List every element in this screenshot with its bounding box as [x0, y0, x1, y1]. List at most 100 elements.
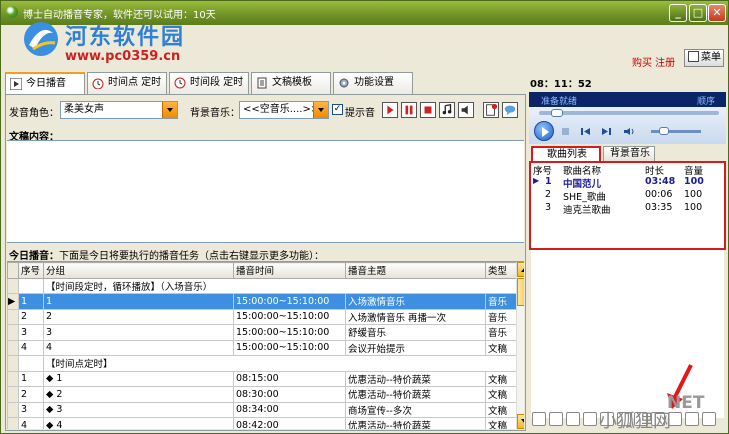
seek-knob[interactable] — [551, 109, 563, 117]
stop-icon[interactable] — [561, 127, 571, 136]
song-volume: 100 — [684, 176, 704, 187]
table-row[interactable]: 4 4 15:00:00~15:10:00 会议开始提示 文稿 — [7, 339, 517, 356]
cell-group-title: 【时间点定时】 — [43, 355, 517, 372]
save-icon[interactable] — [685, 412, 699, 426]
cell-topic: 优惠活动--特价蔬菜 — [345, 417, 486, 429]
bgm-label: 背景音乐： — [190, 108, 240, 119]
table-group-row[interactable]: 【时间点定时】 — [7, 355, 517, 372]
header-marker — [7, 262, 19, 279]
cell-topic: 舒缓音乐 — [345, 324, 486, 341]
column-header[interactable]: 时长 — [645, 163, 664, 177]
player-panel: 准备就绪 顺序 歌曲列表 背景音乐 序号 歌曲名称 时长 音量 ▶ 1 中国范儿… — [529, 92, 726, 431]
scroll-up-button[interactable] — [517, 262, 524, 277]
song-duration: 03:48 — [645, 176, 676, 187]
song-list-header: 序号 歌曲名称 时长 音量 — [531, 163, 724, 177]
column-header[interactable]: 歌曲名称 — [563, 163, 601, 177]
bgm-select[interactable]: <<空音乐....>> — [239, 101, 329, 119]
song-duration: 00:06 — [645, 189, 673, 200]
song-list[interactable]: 序号 歌曲名称 时长 音量 ▶ 1 中国范儿 03:48 100 2 SHE_歌曲 00:06… — [531, 163, 724, 418]
buy-register-link[interactable]: 购买 注册 — [632, 54, 675, 69]
watermark-url: www.pc0359.cn — [65, 49, 181, 64]
cell-num: 3 — [18, 324, 44, 341]
cell-type: 文稿 — [485, 370, 517, 387]
table-scrollbar[interactable] — [516, 262, 524, 429]
chat-icon[interactable] — [502, 102, 518, 118]
play-icon[interactable] — [382, 102, 398, 118]
table-row[interactable]: 2 2 15:00:00~15:10:00 入场激情音乐 再播一次 音乐 — [7, 308, 517, 325]
song-num: 3 — [545, 202, 552, 213]
column-header[interactable]: 播音时间 — [233, 262, 346, 279]
tab-settings[interactable]: 功能设置 — [333, 72, 413, 94]
right-tabs: 歌曲列表 背景音乐 — [529, 146, 726, 162]
table-group-row[interactable]: 【时间段定时，循环播放】（入场音乐） — [7, 277, 517, 294]
tab-today[interactable]: 今日播音 — [5, 72, 85, 95]
cell-time: 15:00:00~15:10:00 — [233, 339, 346, 356]
table-header-row: 序号 分组 播音时间 播音主题 类型 — [7, 262, 517, 279]
cell-time: 08:30:00 — [233, 386, 346, 403]
play-button[interactable] — [534, 121, 554, 141]
song-row[interactable]: 3 迪克兰歌曲 03:35 100 — [531, 202, 724, 216]
cell-time: 15:00:00~15:10:00 — [233, 324, 346, 341]
open-icon[interactable] — [583, 412, 597, 426]
table-row[interactable]: 4 ◆ 4 08:42:00 优惠活动--特价蔬菜 文稿 — [7, 417, 517, 429]
add-document-icon[interactable] — [483, 102, 499, 118]
watermark-title: 河东软件园 — [65, 25, 186, 50]
table-row[interactable]: ▶ 1 1 15:00:00~15:10:00 入场激情音乐 音乐 — [7, 293, 517, 310]
tab-time-point[interactable]: 时间点 定时 — [87, 72, 167, 94]
seek-bar[interactable] — [539, 111, 719, 115]
table-row[interactable]: 2 ◆ 2 08:30:00 优惠活动--特价蔬菜 文稿 — [7, 386, 517, 403]
table-row[interactable]: 3 ◆ 3 08:34:00 商场宣传--多次 文稿 — [7, 401, 517, 418]
song-row[interactable]: 2 SHE_歌曲 00:06 100 — [531, 189, 724, 203]
minimize-button[interactable]: _ — [669, 4, 687, 22]
speaker-icon[interactable] — [458, 102, 474, 118]
app-window: 博士自动播音专家，软件还可以试用：10天 _ □ ✕ 河东软件园 www.pc0… — [0, 0, 729, 434]
close-button[interactable]: ✕ — [708, 4, 726, 22]
add-song-icon[interactable] — [532, 412, 546, 426]
previous-icon[interactable] — [581, 127, 591, 136]
tab-label: 时间段 定时 — [190, 77, 244, 88]
tab-label: 时间点 定时 — [108, 77, 162, 88]
voice-select[interactable]: 柔美女声 — [60, 101, 178, 119]
task-table[interactable]: 序号 分组 播音时间 播音主题 类型 【时间段定时，循环播放】（入场音乐） ▶ 1 1… — [7, 261, 524, 429]
column-header[interactable]: 分组 — [43, 262, 234, 279]
column-header[interactable]: 序号 — [18, 262, 44, 279]
row-marker: ▶ — [7, 293, 19, 310]
prompt-checkbox[interactable]: ✓ — [332, 104, 343, 115]
volume-icon[interactable] — [702, 412, 716, 426]
doc-content-textarea[interactable] — [7, 140, 524, 243]
cell-topic: 入场激情音乐 再播一次 — [345, 308, 486, 325]
menu-button[interactable]: 菜单 — [684, 49, 724, 67]
column-header[interactable]: 音量 — [684, 163, 703, 177]
cell-time: 15:00:00~15:10:00 — [233, 293, 346, 310]
cell-type: 音乐 — [485, 293, 517, 310]
column-header[interactable]: 类型 — [485, 262, 517, 279]
volume-icon[interactable] — [623, 127, 635, 136]
app-icon — [6, 6, 18, 18]
cell-group: 4 — [43, 339, 234, 356]
tab-templates[interactable]: 文稿模板 — [251, 72, 331, 94]
table-row[interactable]: 1 ◆ 1 08:15:00 优惠活动--特价蔬菜 文稿 — [7, 370, 517, 387]
volume-knob[interactable] — [659, 127, 669, 135]
play-order[interactable]: 顺序 — [697, 94, 715, 107]
music-note-icon[interactable] — [439, 102, 455, 118]
row-marker — [7, 355, 19, 372]
tab-background-music[interactable]: 背景音乐 — [603, 146, 655, 162]
cell-topic: 会议开始提示 — [345, 339, 486, 356]
maximize-button[interactable]: □ — [689, 4, 707, 22]
voice-value: 柔美女声 — [64, 104, 104, 115]
scroll-thumb[interactable] — [517, 278, 524, 306]
stop-icon[interactable] — [420, 102, 436, 118]
pause-icon[interactable] — [401, 102, 417, 118]
column-header[interactable]: 序号 — [533, 163, 552, 177]
next-icon[interactable] — [601, 127, 611, 136]
tab-song-list[interactable]: 歌曲列表 — [531, 146, 601, 162]
folder-icon[interactable] — [566, 412, 580, 426]
scroll-down-button[interactable] — [517, 414, 524, 429]
cell-time: 08:42:00 — [233, 417, 346, 429]
song-row[interactable]: ▶ 1 中国范儿 03:48 100 — [531, 176, 724, 190]
table-row[interactable]: 3 3 15:00:00~15:10:00 舒缓音乐 音乐 — [7, 324, 517, 341]
tab-time-range[interactable]: 时间段 定时 — [169, 72, 249, 94]
remove-song-icon[interactable] — [549, 412, 563, 426]
tab-label: 今日播音 — [26, 78, 66, 89]
column-header[interactable]: 播音主题 — [345, 262, 486, 279]
